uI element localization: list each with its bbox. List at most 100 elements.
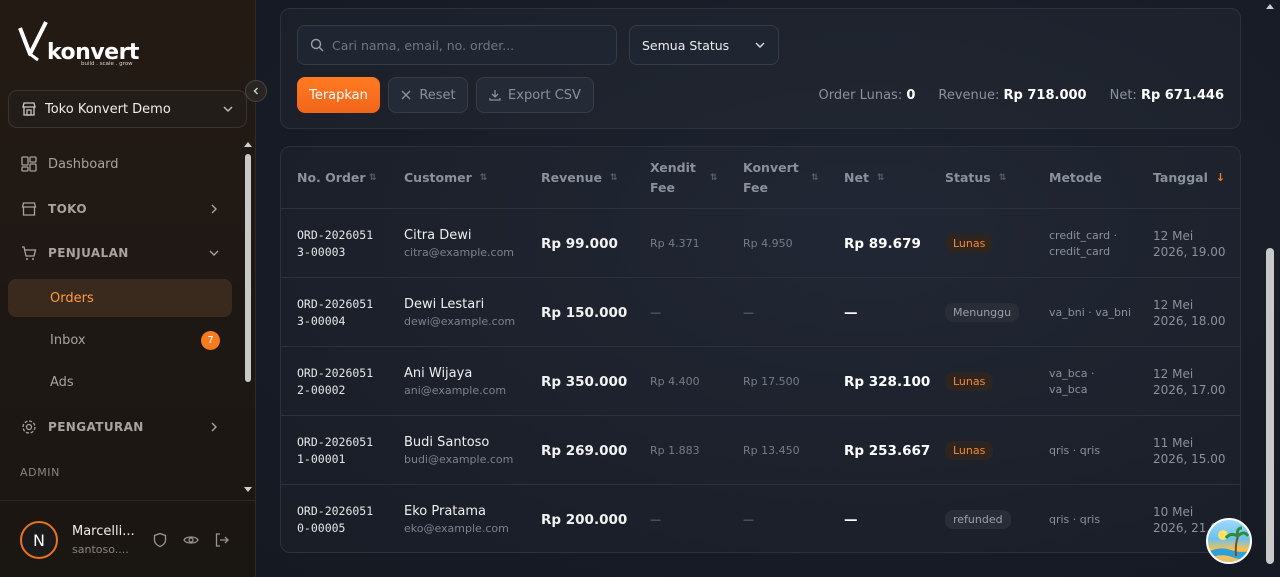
customer-cell: Dewi Lestari dewi@example.com: [404, 278, 515, 347]
sidebar-item-label: Inbox: [50, 332, 86, 348]
revenue-cell: Rp 99.000: [541, 209, 618, 278]
close-icon: [401, 90, 411, 100]
beach-icon: [1208, 526, 1250, 562]
logout-icon[interactable]: [214, 532, 230, 548]
sidebar-item-pengaturan[interactable]: PENGATURAN: [8, 409, 232, 445]
search-input[interactable]: [332, 37, 604, 53]
customer-name: Ani Wijaya: [404, 366, 473, 381]
column-header-xendit-fee[interactable]: Xendit Fee ⇅: [650, 147, 718, 209]
method-cell: qris · qris: [1049, 485, 1133, 552]
order-id-cell[interactable]: ORD-20260510-00005: [297, 485, 377, 552]
customer-cell: Ani Wijaya ani@example.com: [404, 347, 506, 416]
table-row[interactable]: ORD-20260510-00005 Eko Pratama eko@example…: [281, 485, 1240, 552]
scroll-down-icon[interactable]: [244, 487, 252, 492]
column-header-customer[interactable]: Customer ⇅: [404, 147, 487, 209]
scroll-up-icon[interactable]: [244, 142, 252, 147]
sort-icon: ⇅: [479, 173, 488, 183]
sort-icon: ⇅: [876, 173, 885, 183]
column-header-status[interactable]: Status ⇅: [945, 147, 1006, 209]
export-csv-button[interactable]: Export CSV: [476, 77, 594, 113]
chevron-down-icon: [755, 42, 765, 49]
status-cell: Lunas: [945, 416, 994, 485]
konvert-fee-value: Rp 17.500: [743, 375, 800, 388]
column-header-order[interactable]: No. Order ⇅: [297, 147, 377, 209]
store-icon: [20, 200, 38, 218]
user-name: Marcelli...: [72, 524, 135, 539]
customer-cell: Citra Dewi citra@example.com: [404, 209, 514, 278]
net-cell: —: [844, 485, 858, 552]
xendit-fee-value: Rp 1.883: [650, 444, 700, 457]
payment-method: qris · qris: [1049, 443, 1101, 457]
order-id-cell[interactable]: ORD-20260513-00003: [297, 209, 377, 278]
apply-button-label: Terapkan: [309, 87, 368, 103]
sidebar-item-penjualan[interactable]: PENJUALAN: [8, 235, 232, 271]
sidebar-item-ads[interactable]: Ads: [8, 363, 232, 401]
customer-name: Citra Dewi: [404, 228, 472, 243]
store-selector[interactable]: Toko Konvert Demo: [8, 90, 247, 128]
sidebar-item-orders[interactable]: Orders: [8, 279, 232, 317]
apply-button[interactable]: Terapkan: [297, 77, 380, 113]
sidebar-collapse-button[interactable]: [245, 80, 267, 102]
customer-name: Dewi Lestari: [404, 297, 485, 312]
reset-button[interactable]: Reset: [388, 77, 468, 113]
customer-name: Eko Pratama: [404, 504, 486, 519]
status-filter-select[interactable]: Semua Status: [629, 25, 779, 65]
order-id[interactable]: ORD-20260510-00005: [297, 503, 377, 536]
net-cell: Rp 89.679: [844, 209, 921, 278]
brand-tagline: build . scale . grow: [81, 61, 133, 67]
payment-method: va_bni · va_bni: [1049, 305, 1132, 319]
order-id-cell[interactable]: ORD-20260512-00002: [297, 347, 377, 416]
status-badge: Lunas: [945, 234, 994, 253]
konvert-fee-value: Rp 4.950: [743, 237, 793, 250]
revenue-value: Rp 150.000: [541, 304, 628, 321]
floating-chat-button[interactable]: [1206, 518, 1252, 564]
sidebar-item-dashboard[interactable]: Dashboard: [8, 146, 232, 182]
column-header-date[interactable]: Tanggal ↓: [1153, 147, 1225, 209]
net-value: —: [844, 511, 858, 528]
sidebar-item-toko[interactable]: TOKO: [8, 191, 232, 227]
chevron-down-icon: [223, 106, 233, 113]
chevron-down-icon: [209, 250, 219, 256]
order-id[interactable]: ORD-20260513-00003: [297, 227, 377, 260]
method-cell: qris · qris: [1049, 416, 1133, 485]
order-id-cell[interactable]: ORD-20260513-00004: [297, 278, 377, 347]
sidebar-item-label: TOKO: [48, 202, 87, 216]
store-icon: [22, 102, 36, 116]
order-date: 12 Mei 2026, 17.00: [1153, 366, 1226, 397]
revenue-cell: Rp 269.000: [541, 416, 627, 485]
page-scroll-up-icon[interactable]: [1266, 4, 1274, 9]
order-id[interactable]: ORD-20260512-00002: [297, 365, 377, 398]
customer-cell: Budi Santoso budi@example.com: [404, 416, 513, 485]
column-header-konvert-fee[interactable]: Konvert Fee ⇅: [743, 147, 819, 209]
column-header-method[interactable]: Metode: [1049, 147, 1102, 209]
column-header-revenue[interactable]: Revenue ⇅: [541, 147, 618, 209]
table-row[interactable]: ORD-20260513-00004 Dewi Lestari dewi@examp…: [281, 278, 1240, 347]
scrollbar-thumb[interactable]: [245, 154, 251, 382]
xendit-fee-cell: Rp 4.371: [650, 209, 700, 278]
order-date: 12 Mei 2026, 19.00: [1153, 228, 1226, 259]
order-date: 11 Mei 2026, 15.00: [1153, 435, 1226, 466]
order-id[interactable]: ORD-20260513-00004: [297, 296, 377, 329]
column-header-net[interactable]: Net ⇅: [844, 147, 884, 209]
order-id-cell[interactable]: ORD-20260511-00001: [297, 416, 377, 485]
order-summary: Order Lunas: 0 Revenue: Rp 718.000 Net: …: [819, 88, 1224, 103]
sort-desc-icon: ↓: [1215, 171, 1226, 184]
table-row[interactable]: ORD-20260513-00003 Citra Dewi citra@exampl…: [281, 209, 1240, 278]
table-row[interactable]: ORD-20260511-00001 Budi Santoso budi@examp…: [281, 416, 1240, 485]
shield-icon[interactable]: [152, 532, 168, 548]
date-cell: 12 Mei 2026, 19.00: [1153, 209, 1227, 278]
order-id[interactable]: ORD-20260511-00001: [297, 434, 377, 467]
sidebar-scrollbar[interactable]: [243, 138, 253, 498]
customer-email: budi@example.com: [404, 453, 514, 466]
page-scrollbar-thumb[interactable]: [1266, 248, 1274, 564]
revenue-value: Rp 200.000: [541, 511, 628, 528]
table-row[interactable]: ORD-20260512-00002 Ani Wijaya ani@example.…: [281, 347, 1240, 416]
search-field[interactable]: [297, 25, 617, 65]
sidebar-item-inbox[interactable]: Inbox 7: [8, 321, 232, 359]
sidebar-item-label: Ads: [50, 374, 74, 390]
status-filter-value: Semua Status: [642, 37, 730, 53]
konvert-fee-cell: Rp 4.950: [743, 209, 793, 278]
eye-icon[interactable]: [183, 532, 199, 548]
brand-logo[interactable]: konvert build . scale . grow: [18, 20, 139, 70]
avatar[interactable]: N: [20, 521, 58, 559]
